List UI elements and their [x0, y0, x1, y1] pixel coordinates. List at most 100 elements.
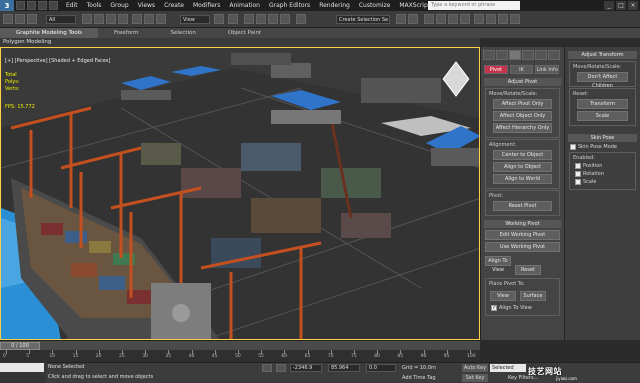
place-view-button[interactable]: View: [490, 291, 516, 301]
align-to-world-button[interactable]: Align to World: [493, 174, 552, 184]
align-to-view-checkbox[interactable]: ✓ Align To View: [491, 305, 554, 311]
checkbox-icon[interactable]: [575, 171, 581, 177]
affect-object-only-button[interactable]: Affect Object Only: [493, 111, 552, 121]
edit-working-pivot-button[interactable]: Edit Working Pivot: [485, 230, 560, 240]
center-to-object-button[interactable]: Center to Object: [493, 150, 552, 160]
menu-item-views[interactable]: Views: [138, 2, 155, 9]
tab-object-paint[interactable]: Object Paint: [212, 30, 277, 36]
menu-item-group[interactable]: Group: [110, 2, 128, 9]
graphite-toggle-icon[interactable]: [436, 14, 446, 24]
maxscript-mini-listener[interactable]: [0, 363, 44, 372]
reset-button[interactable]: Reset: [514, 265, 541, 275]
tab-link-info[interactable]: Link Info: [535, 65, 560, 74]
app-logo-icon[interactable]: 3: [0, 0, 14, 11]
working-pivot-rollout[interactable]: Working Pivot: [484, 220, 561, 228]
perspective-viewport[interactable]: [+] [Perspective] [Shaded + Edged Faces]…: [0, 47, 480, 340]
angle-snap-icon[interactable]: [256, 14, 266, 24]
new-file-icon[interactable]: [16, 1, 25, 10]
search-input[interactable]: Type a keyword or phrase: [428, 1, 520, 10]
reference-coord-dropdown[interactable]: View: [180, 15, 210, 24]
time-slider-thumb[interactable]: 0 / 100: [0, 342, 40, 350]
adjust-transform-rollout[interactable]: Adjust Transform: [568, 51, 637, 59]
create-tab-icon[interactable]: [483, 50, 495, 60]
snap-toggle-icon[interactable]: [244, 14, 254, 24]
material-editor-icon[interactable]: [474, 14, 484, 24]
curve-editor-icon[interactable]: [448, 14, 458, 24]
link-icon[interactable]: [27, 14, 37, 24]
add-time-tag[interactable]: Add Time Tag: [402, 375, 436, 381]
reset-scale-button[interactable]: Scale: [577, 111, 628, 121]
menu-item-maxscript[interactable]: MAXScript: [399, 2, 430, 9]
selection-filter-dropdown[interactable]: All: [46, 15, 76, 24]
select-manipulate-icon[interactable]: [228, 14, 238, 24]
affect-pivot-only-button[interactable]: Affect Pivot Only: [493, 99, 552, 109]
modify-tab-icon[interactable]: [496, 50, 508, 60]
minimize-button[interactable]: _: [604, 1, 614, 10]
tab-freeform[interactable]: Freeform: [98, 30, 155, 36]
align-to-view-button[interactable]: Align To View: [485, 256, 511, 273]
undo-button[interactable]: [3, 14, 13, 24]
absolute-mode-icon[interactable]: [276, 364, 286, 372]
track-bar[interactable]: 0 5 10 15 20 25 30 35 40 45 50 55 60 65 70 75 80 85 90 95 10…: [0, 350, 480, 362]
select-object-icon[interactable]: [82, 14, 92, 24]
y-coordinate-field[interactable]: 85.964: [328, 364, 360, 372]
layer-manager-icon[interactable]: [424, 14, 434, 24]
utilities-tab-icon[interactable]: [548, 50, 560, 60]
scale-checkbox[interactable]: Scale: [575, 179, 630, 185]
pivot-center-icon[interactable]: [214, 14, 224, 24]
menu-item-edit[interactable]: Edit: [66, 2, 78, 9]
menu-item-graph-editors[interactable]: Graph Editors: [269, 2, 310, 9]
key-set-dropdown[interactable]: Selected: [490, 364, 526, 372]
checkbox-icon[interactable]: [570, 144, 576, 150]
open-file-icon[interactable]: [27, 1, 36, 10]
auto-key-button[interactable]: Auto Key: [462, 364, 488, 372]
close-button[interactable]: ×: [628, 1, 638, 10]
checkbox-checked-icon[interactable]: ✓: [491, 305, 497, 311]
window-crossing-icon[interactable]: [118, 14, 128, 24]
schematic-view-icon[interactable]: [460, 14, 470, 24]
save-file-icon[interactable]: [38, 1, 47, 10]
hierarchy-tab-icon[interactable]: [509, 50, 521, 60]
tab-selection[interactable]: Selection: [155, 30, 212, 36]
tab-pivot[interactable]: Pivot: [484, 65, 508, 74]
x-coordinate-field[interactable]: -2346.9: [290, 364, 322, 372]
named-selection-sets-dropdown[interactable]: Create Selection Se: [336, 15, 390, 24]
menu-item-tools[interactable]: Tools: [87, 2, 102, 9]
select-region-icon[interactable]: [106, 14, 116, 24]
skin-pose-mode-checkbox[interactable]: Skin Pose Mode: [570, 144, 638, 150]
menu-item-customize[interactable]: Customize: [359, 2, 391, 9]
rotate-icon[interactable]: [144, 14, 154, 24]
undo-icon[interactable]: [49, 1, 58, 10]
tab-graphite-modeling-tools[interactable]: Graphite Modeling Tools: [0, 28, 99, 38]
skin-pose-rollout[interactable]: Skin Pose: [568, 134, 637, 142]
maximize-button[interactable]: □: [616, 1, 626, 10]
adjust-pivot-rollout[interactable]: Adjust Pivot: [484, 78, 561, 86]
affect-hierarchy-only-button[interactable]: Affect Hierarchy Only: [493, 123, 552, 133]
edit-named-selection-icon[interactable]: [296, 14, 306, 24]
align-to-object-button[interactable]: Align to Object: [493, 162, 552, 172]
tab-ik[interactable]: IK: [509, 65, 534, 74]
motion-tab-icon[interactable]: [522, 50, 534, 60]
scale-icon[interactable]: [156, 14, 166, 24]
menu-item-rendering[interactable]: Rendering: [319, 2, 350, 9]
checkbox-icon[interactable]: [575, 179, 581, 185]
use-working-pivot-button[interactable]: Use Working Pivot: [485, 242, 560, 252]
select-by-name-icon[interactable]: [94, 14, 104, 24]
lock-selection-icon[interactable]: [262, 364, 272, 372]
dont-affect-children-button[interactable]: Don't Affect Children: [577, 72, 628, 89]
z-coordinate-field[interactable]: 0.0: [366, 364, 396, 372]
set-key-button[interactable]: Set Key: [462, 374, 488, 382]
reset-transform-button[interactable]: Transform: [577, 99, 628, 109]
menu-item-create[interactable]: Create: [164, 2, 184, 9]
redo-button[interactable]: [15, 14, 25, 24]
mirror-icon[interactable]: [396, 14, 406, 24]
polygon-modeling-panel[interactable]: Polygon Modeling: [0, 38, 480, 47]
menu-item-modifiers[interactable]: Modifiers: [193, 2, 220, 9]
time-slider[interactable]: 0 / 100: [0, 340, 480, 350]
render-setup-icon[interactable]: [486, 14, 496, 24]
align-icon[interactable]: [408, 14, 418, 24]
rotation-checkbox[interactable]: Rotation: [575, 171, 630, 177]
checkbox-icon[interactable]: [575, 163, 581, 169]
percent-snap-icon[interactable]: [268, 14, 278, 24]
rendered-frame-window-icon[interactable]: [498, 14, 508, 24]
